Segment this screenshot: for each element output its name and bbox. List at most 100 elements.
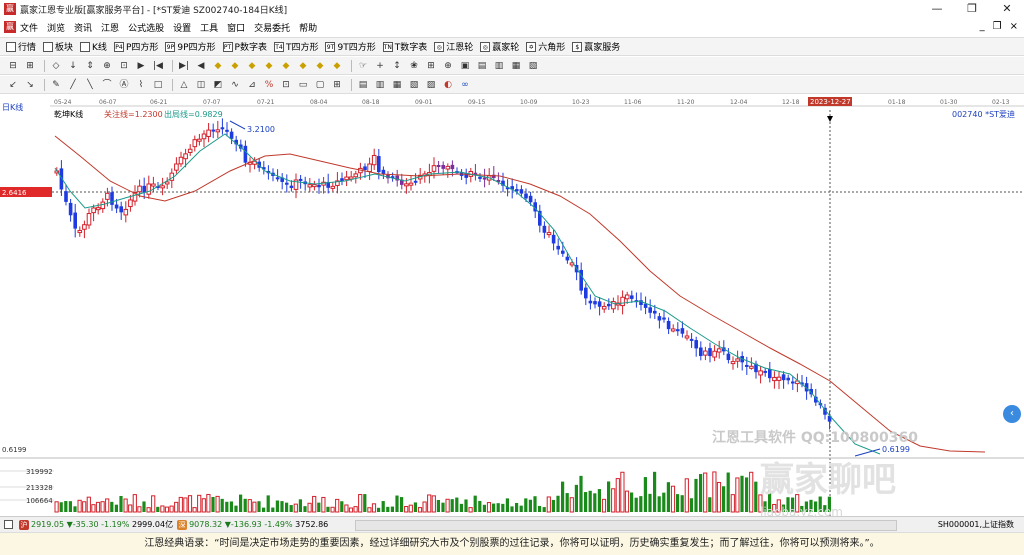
- chart-tool-2-icon[interactable]: ◇: [49, 59, 63, 73]
- sz-index-group[interactable]: 深 9078.32 ▼-136.93 -1.49% 3752.86: [177, 519, 328, 530]
- chart-tool-29-icon[interactable]: ▧: [526, 59, 540, 73]
- toolbar-button-6[interactable]: T4 T四方形: [273, 40, 318, 53]
- toolbar-button-9[interactable]: ◎ 江恩轮: [434, 40, 473, 53]
- sh-index-group[interactable]: 沪 2919.05 ▼-35.30 -1.19% 2999.04亿: [19, 519, 173, 530]
- draw-tool-4-icon[interactable]: ╲: [83, 78, 97, 92]
- draw-tool-16-icon[interactable]: ▭: [296, 78, 310, 92]
- chart-tool-24-icon[interactable]: ⊕: [441, 59, 455, 73]
- mdi-minimize-button[interactable]: _: [980, 21, 985, 32]
- toolbar-button-0[interactable]: 行情: [6, 40, 36, 53]
- chart-tool-6-icon[interactable]: ⊡: [117, 59, 131, 73]
- draw-tool-23-icon[interactable]: ▨: [424, 78, 438, 92]
- toolbar-button-11[interactable]: ✡ 六角形: [526, 40, 565, 53]
- status-index-code[interactable]: SH000001,上证指数: [938, 519, 1014, 530]
- draw-tool-12-icon[interactable]: ∿: [228, 78, 242, 92]
- candle-body: [657, 316, 662, 321]
- chart-tool-28-icon[interactable]: ▦: [509, 59, 523, 73]
- chart-tool-21-icon[interactable]: ↕: [390, 59, 404, 73]
- close-button[interactable]: ✕: [990, 0, 1024, 18]
- draw-tool-18-icon[interactable]: ⊞: [330, 78, 344, 92]
- hexagon-icon: ✡: [526, 41, 537, 52]
- menu-item-0[interactable]: 文件: [20, 21, 38, 34]
- chart-tool-23-icon[interactable]: ⊞: [424, 59, 438, 73]
- side-collapse-button[interactable]: ‹: [1003, 405, 1021, 423]
- chart-tool-15-icon[interactable]: ◆: [279, 59, 293, 73]
- draw-tool-0-icon[interactable]: ↙: [6, 78, 20, 92]
- toolbar-button-12[interactable]: $ 赢家服务: [572, 40, 620, 53]
- draw-tool-3-icon[interactable]: ╱: [66, 78, 80, 92]
- draw-tool-14-icon[interactable]: %: [262, 78, 276, 92]
- draw-tool-1-icon[interactable]: ↘: [23, 78, 37, 92]
- draw-tool-2-icon[interactable]: ✎: [49, 78, 63, 92]
- chart-tool-4-icon[interactable]: ⇕: [83, 59, 97, 73]
- toolbar-button-1[interactable]: 板块: [43, 40, 73, 53]
- chart-tool-3-icon[interactable]: ↓: [66, 59, 80, 73]
- candle-body: [620, 296, 625, 307]
- menu-item-8[interactable]: 交易委托: [254, 21, 290, 34]
- chart-tool-9-icon[interactable]: ▶|: [177, 59, 191, 73]
- draw-tool-17-icon[interactable]: ▢: [313, 78, 327, 92]
- status-scrollbar[interactable]: [355, 520, 897, 531]
- volume-bar: [330, 506, 335, 513]
- toolbar-button-2[interactable]: K线: [80, 40, 107, 53]
- draw-tool-6-icon[interactable]: Ⓐ: [117, 78, 131, 92]
- volume-bar: [468, 507, 473, 513]
- mdi-restore-button[interactable]: ❐: [993, 21, 1002, 32]
- chart-tool-20-icon[interactable]: +: [373, 59, 387, 73]
- toolbar-button-7[interactable]: 9T 9T四方形: [325, 40, 376, 53]
- chart-tool-7-icon[interactable]: ▶: [134, 59, 148, 73]
- draw-tool-19-icon[interactable]: ▤: [356, 78, 370, 92]
- chart-tool-12-icon[interactable]: ◆: [228, 59, 242, 73]
- chart-tool-22-icon[interactable]: ❀: [407, 59, 421, 73]
- toolbar-button-4[interactable]: 9P 9P四方形: [165, 40, 216, 53]
- chart-tool-0-icon[interactable]: ⊟: [6, 59, 20, 73]
- status-grid-icon[interactable]: [4, 520, 15, 529]
- menu-item-4[interactable]: 公式选股: [128, 21, 164, 34]
- menu-item-2[interactable]: 资讯: [74, 21, 92, 34]
- toolbar-button-5[interactable]: PT P数字表: [222, 40, 267, 53]
- toolbar-button-8[interactable]: TN T数字表: [382, 40, 427, 53]
- menu-item-1[interactable]: 浏览: [47, 21, 65, 34]
- menu-item-9[interactable]: 帮助: [299, 21, 317, 34]
- draw-tool-25-icon[interactable]: ∞: [458, 78, 472, 92]
- chart-tool-8-icon[interactable]: |◀: [151, 59, 165, 73]
- chart-tool-13-icon[interactable]: ◆: [245, 59, 259, 73]
- draw-tool-10-icon[interactable]: ◫: [194, 78, 208, 92]
- chart-tool-11-icon[interactable]: ◆: [211, 59, 225, 73]
- draw-tool-21-icon[interactable]: ▦: [390, 78, 404, 92]
- menu-item-5[interactable]: 设置: [173, 21, 191, 34]
- menu-item-7[interactable]: 窗口: [227, 21, 245, 34]
- volume-bar: [54, 501, 59, 513]
- chart-tool-18-icon[interactable]: ◆: [330, 59, 344, 73]
- draw-tool-11-icon[interactable]: ◩: [211, 78, 225, 92]
- chart-tool-16-icon[interactable]: ◆: [296, 59, 310, 73]
- chart-tool-19-icon[interactable]: ☞: [356, 59, 370, 73]
- volume-bar: [105, 498, 110, 513]
- chart-tool-14-icon[interactable]: ◆: [262, 59, 276, 73]
- chart-tool-27-icon[interactable]: ▥: [492, 59, 506, 73]
- mdi-close-button[interactable]: ×: [1010, 21, 1018, 32]
- menu-item-3[interactable]: 江恩: [101, 21, 119, 34]
- maximize-button[interactable]: ❐: [955, 0, 989, 18]
- chart-tool-25-icon[interactable]: ▣: [458, 59, 472, 73]
- minimize-button[interactable]: —: [920, 0, 954, 18]
- draw-tool-22-icon[interactable]: ▧: [407, 78, 421, 92]
- draw-tool-20-icon[interactable]: ▥: [373, 78, 387, 92]
- draw-tool-24-icon[interactable]: ◐: [441, 78, 455, 92]
- draw-tool-9-icon[interactable]: △: [177, 78, 191, 92]
- toolbar-button-3[interactable]: P4 P四方形: [113, 40, 158, 53]
- chart-tool-1-icon[interactable]: ⊞: [23, 59, 37, 73]
- draw-tool-5-icon[interactable]: ⌒: [100, 78, 114, 92]
- chart-tool-5-icon[interactable]: ⊕: [100, 59, 114, 73]
- toolbar-label: K线: [92, 43, 107, 53]
- draw-tool-8-icon[interactable]: □: [151, 78, 165, 92]
- period-label: 日K线: [2, 102, 23, 112]
- draw-tool-15-icon[interactable]: ⊡: [279, 78, 293, 92]
- draw-tool-13-icon[interactable]: ⊿: [245, 78, 259, 92]
- chart-tool-10-icon[interactable]: ◀: [194, 59, 208, 73]
- chart-tool-26-icon[interactable]: ▤: [475, 59, 489, 73]
- chart-tool-17-icon[interactable]: ◆: [313, 59, 327, 73]
- draw-tool-7-icon[interactable]: ⌇: [134, 78, 148, 92]
- menu-item-6[interactable]: 工具: [200, 21, 218, 34]
- toolbar-button-10[interactable]: ◎ 赢家轮: [480, 40, 519, 53]
